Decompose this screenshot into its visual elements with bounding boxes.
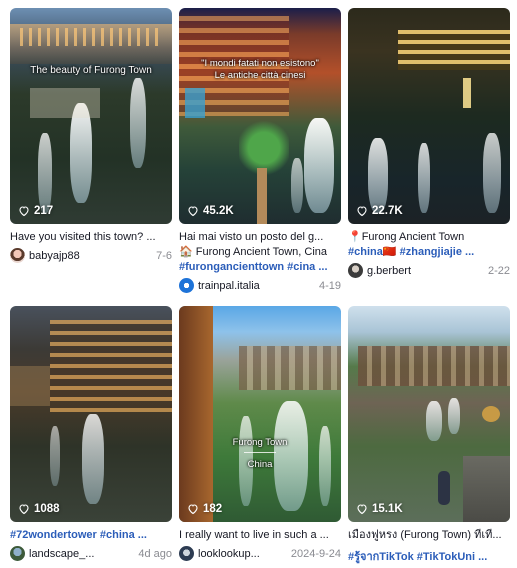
video-description[interactable]: เมืองฟูหรง (Furong Town) ที่เที่...: [348, 528, 510, 543]
video-card[interactable]: Furong Town China 182 I really want to l…: [179, 306, 341, 561]
video-card[interactable]: 15.1K เมืองฟูหรง (Furong Town) ที่เที่..…: [348, 306, 510, 565]
like-count: 15.1K: [356, 503, 403, 515]
video-card[interactable]: 1088 #72wondertower #china ... landscape…: [10, 306, 172, 561]
username[interactable]: trainpal.italia: [198, 280, 315, 292]
video-overlay-caption-line2: Le antiche città cinesi: [214, 70, 306, 81]
video-description[interactable]: Have you visited this town? ...: [10, 230, 172, 245]
like-count: 45.2K: [187, 205, 234, 217]
post-date: 4d ago: [138, 547, 172, 560]
heart-outline-icon: [357, 206, 367, 217]
username[interactable]: babyajp88: [29, 250, 152, 262]
hashtag-zhangjiajie[interactable]: #zhangjiajie ...: [400, 246, 475, 258]
avatar[interactable]: [179, 278, 194, 293]
heart-outline-icon: [19, 206, 29, 217]
video-description-line1[interactable]: Hai mai visto un posto del g...: [179, 230, 341, 245]
avatar[interactable]: [179, 546, 194, 561]
video-card[interactable]: "I mondi fatati non esistono" Le antiche…: [179, 8, 341, 293]
video-thumbnail[interactable]: 1088: [10, 306, 172, 522]
like-count: 182: [187, 503, 222, 515]
video-thumbnail[interactable]: Furong Town China 182: [179, 306, 341, 522]
heart-outline-icon: [357, 504, 367, 515]
video-hashtags[interactable]: #รู้จากTikTok #TikTokUni ...: [348, 550, 510, 565]
video-hashtags[interactable]: #72wondertower #china ...: [10, 528, 172, 543]
post-date: 7-6: [156, 249, 172, 262]
username[interactable]: landscape_...: [29, 548, 134, 560]
hashtag-china[interactable]: #china: [348, 246, 383, 258]
video-description[interactable]: I really want to live in such a ...: [179, 528, 341, 543]
video-thumbnail[interactable]: 22.7K: [348, 8, 510, 224]
video-thumbnail[interactable]: "I mondi fatati non esistono" Le antiche…: [179, 8, 341, 224]
video-hashtags[interactable]: #china🇨🇳 #zhangjiajie ...: [348, 245, 510, 260]
post-date: 2-22: [487, 264, 510, 277]
video-hashtags[interactable]: #furongancienttown #cina ...: [179, 260, 341, 275]
heart-outline-icon: [19, 504, 29, 515]
video-thumbnail[interactable]: The beauty of Furong Town 217: [10, 8, 172, 224]
post-date: 2024-9-24: [290, 547, 341, 560]
video-overlay-caption: The beauty of Furong Town: [30, 65, 152, 76]
avatar[interactable]: [348, 263, 363, 278]
like-count: 217: [18, 205, 53, 217]
video-thumbnail[interactable]: 15.1K: [348, 306, 510, 522]
avatar[interactable]: [10, 546, 25, 561]
avatar[interactable]: [10, 248, 25, 263]
video-description-line1[interactable]: 📍Furong Ancient Town: [348, 230, 510, 245]
like-count: 1088: [18, 503, 60, 515]
video-overlay-caption-line2: China: [247, 459, 273, 470]
video-description-line2[interactable]: 🏠 Furong Ancient Town, Cina: [179, 245, 341, 260]
post-date: 4-19: [318, 279, 341, 292]
like-count: 22.7K: [356, 205, 403, 217]
heart-outline-icon: [188, 504, 198, 515]
video-overlay-caption-line1: Furong Town: [232, 437, 288, 448]
china-flag-icon: 🇨🇳: [382, 246, 397, 258]
username[interactable]: looklookup...: [198, 548, 287, 560]
username[interactable]: g.berbert: [367, 265, 484, 277]
heart-outline-icon: [188, 206, 198, 217]
video-card[interactable]: The beauty of Furong Town 217 Have you v…: [10, 8, 172, 263]
video-overlay-caption-line1: "I mondi fatati non esistono": [201, 58, 319, 69]
video-card[interactable]: 22.7K 📍Furong Ancient Town #china🇨🇳 #zha…: [348, 8, 510, 278]
